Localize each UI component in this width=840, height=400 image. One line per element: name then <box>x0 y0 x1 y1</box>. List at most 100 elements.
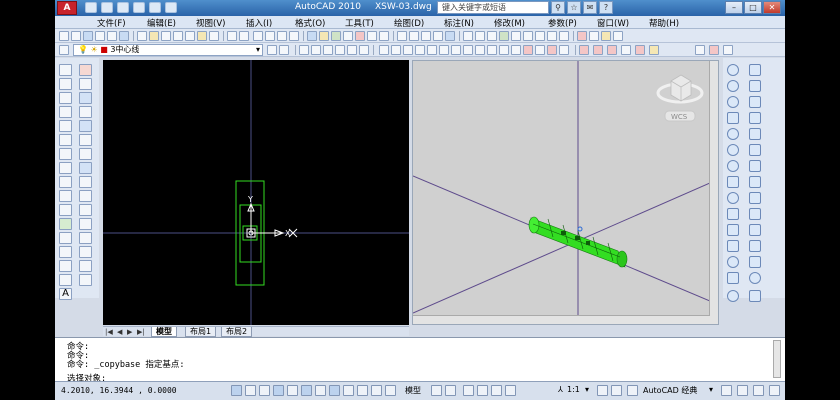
grid-toggle[interactable] <box>259 385 270 396</box>
dim-arc-icon[interactable] <box>403 45 413 55</box>
coordinate-readout[interactable]: 4.2010, 16.3944 , 0.0000 <box>61 386 177 395</box>
measure-icon[interactable] <box>723 45 733 55</box>
osnap-tangent-icon[interactable] <box>727 112 739 124</box>
subtract-icon[interactable] <box>749 240 761 252</box>
dim-jogged-icon[interactable] <box>439 45 449 55</box>
circle-icon[interactable] <box>59 148 72 160</box>
rectangle-icon[interactable] <box>59 120 72 132</box>
visual-style-hidden-icon[interactable] <box>589 31 599 41</box>
osnap-quadrant-icon[interactable] <box>749 96 761 108</box>
annotation-scale[interactable]: 1:1 <box>567 385 580 394</box>
design-center-icon[interactable] <box>319 31 329 41</box>
osnap-extension-icon[interactable] <box>749 80 761 92</box>
redo-icon[interactable] <box>239 31 249 41</box>
revcloud-icon[interactable] <box>59 162 72 174</box>
ucs-view-icon[interactable] <box>523 31 533 41</box>
app-menu-button[interactable]: A <box>57 1 77 15</box>
menu-insert[interactable]: 插入(I) <box>246 17 272 29</box>
rotate-icon[interactable] <box>79 148 92 160</box>
quick-dim-icon[interactable] <box>475 45 485 55</box>
otrack-toggle[interactable] <box>329 385 340 396</box>
osnap-parallel-icon[interactable] <box>727 128 739 140</box>
table-icon[interactable] <box>59 274 72 286</box>
layer-dropdown[interactable]: 💡 ☀ ■ 3中心线 ▾ <box>73 44 263 56</box>
dim-break-icon[interactable] <box>523 45 533 55</box>
close-button[interactable]: ✕ <box>763 1 781 14</box>
scale-icon[interactable] <box>79 162 92 174</box>
polyline-icon[interactable] <box>59 92 72 104</box>
insert-block-tool-icon[interactable] <box>59 218 72 230</box>
solid-box-icon[interactable] <box>727 176 739 188</box>
markup-icon[interactable] <box>355 31 365 41</box>
dim-diameter-icon[interactable] <box>451 45 461 55</box>
area-icon[interactable] <box>311 45 321 55</box>
ucs-3point-icon[interactable] <box>487 31 497 41</box>
quick-view-drawings-icon[interactable] <box>445 385 456 396</box>
dwf-icon[interactable] <box>149 31 159 41</box>
point-icon[interactable] <box>59 246 72 258</box>
tab-model[interactable]: 模型 <box>151 327 177 337</box>
plot-icon[interactable] <box>165 2 177 13</box>
solid-sphere-icon[interactable] <box>749 192 761 204</box>
extrude-icon[interactable] <box>727 224 739 236</box>
maximize-button[interactable]: □ <box>744 1 762 14</box>
menu-file[interactable]: 文件(F) <box>97 17 126 29</box>
dim-baseline-icon[interactable] <box>487 45 497 55</box>
zoom-window-icon[interactable] <box>277 31 287 41</box>
dyn-toggle[interactable] <box>357 385 368 396</box>
ucs-icon[interactable] <box>463 31 473 41</box>
visual-style-realistic-icon[interactable] <box>601 31 611 41</box>
block-editor-icon[interactable] <box>209 31 219 41</box>
offset-icon[interactable] <box>79 106 92 118</box>
preview-icon[interactable] <box>107 31 117 41</box>
chamfer-icon[interactable] <box>79 260 92 272</box>
model-space-label[interactable]: 模型 <box>405 385 421 396</box>
copy-object-icon[interactable] <box>79 78 92 90</box>
menu-dimension[interactable]: 标注(N) <box>444 17 474 29</box>
quick-properties-toggle[interactable] <box>385 385 396 396</box>
wcs-label[interactable]: WCS <box>671 113 688 121</box>
layer-previous-icon[interactable] <box>279 45 289 55</box>
copy-icon[interactable] <box>173 31 183 41</box>
tab-nav-prev-icon[interactable]: ◀ <box>117 328 122 336</box>
tolerance-icon[interactable] <box>535 45 545 55</box>
matchprop-icon[interactable] <box>197 31 207 41</box>
dim-linear-icon[interactable] <box>379 45 389 55</box>
union-icon[interactable] <box>727 240 739 252</box>
subscription-icon[interactable]: ☆ <box>567 1 581 14</box>
new-icon[interactable] <box>85 2 97 13</box>
snap-toggle[interactable] <box>245 385 256 396</box>
visual-style-conceptual-icon[interactable] <box>613 31 623 41</box>
workspace-name[interactable]: AutoCAD 经典 <box>643 385 697 396</box>
solid-wedge-icon[interactable] <box>749 176 761 188</box>
ucs-x-icon[interactable] <box>535 31 545 41</box>
hardware-acceleration-icon[interactable] <box>737 385 748 396</box>
osnap-node-icon[interactable] <box>727 144 739 156</box>
view-left-icon[interactable] <box>421 31 431 41</box>
massprop-icon[interactable] <box>359 45 369 55</box>
solid-cylinder-icon[interactable] <box>727 208 739 220</box>
section-icon[interactable] <box>727 272 739 284</box>
ucs-z-icon[interactable] <box>559 31 569 41</box>
ucs-object-icon[interactable] <box>511 31 521 41</box>
region-icon[interactable] <box>323 45 333 55</box>
3d-print-icon[interactable] <box>137 31 147 41</box>
erase-icon[interactable] <box>79 64 92 76</box>
menu-draw[interactable]: 绘图(D) <box>394 17 424 29</box>
inspection-icon[interactable] <box>559 45 569 55</box>
mirror-icon[interactable] <box>79 92 92 104</box>
osnap-settings-icon[interactable] <box>749 160 761 172</box>
tab-layout1[interactable]: 布局1 <box>185 327 217 337</box>
publish-icon[interactable] <box>119 31 129 41</box>
revolve-icon[interactable] <box>749 224 761 236</box>
menu-view[interactable]: 视图(V) <box>196 17 225 29</box>
ellipse-icon[interactable] <box>59 190 72 202</box>
sheet-set-icon[interactable] <box>343 31 353 41</box>
dim-radius-icon[interactable] <box>427 45 437 55</box>
command-scrollbar[interactable] <box>773 340 781 378</box>
fillet-icon[interactable] <box>79 274 92 286</box>
center-mark-icon[interactable] <box>547 45 557 55</box>
menu-parameters[interactable]: 参数(P) <box>548 17 577 29</box>
view-top-icon[interactable] <box>397 31 407 41</box>
osnap-none-icon[interactable] <box>727 160 739 172</box>
